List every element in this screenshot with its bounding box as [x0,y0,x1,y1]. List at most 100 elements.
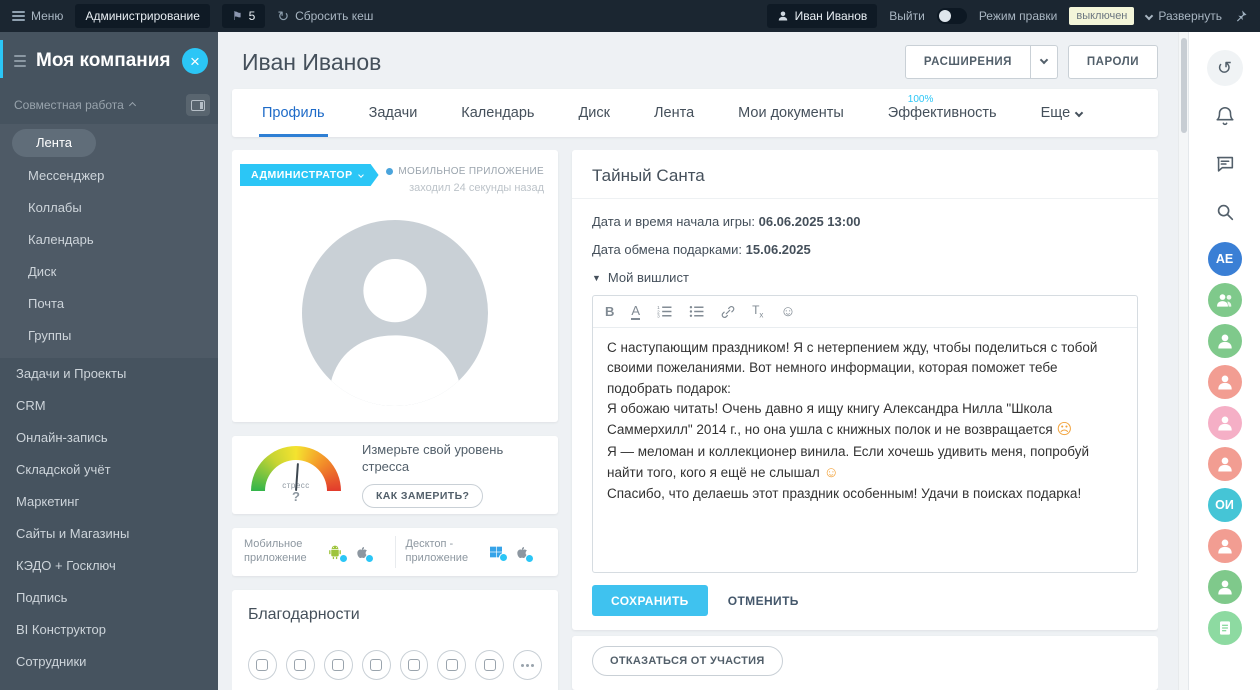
editor-content[interactable]: С наступающим праздником! Я с нетерпение… [593,328,1137,572]
sidebar-item-tasks-projects[interactable]: Задачи и Проекты [0,358,218,390]
avatar-AE[interactable]: AE [1208,242,1242,276]
search-icon[interactable] [1207,194,1243,230]
toggle-knob [939,10,951,22]
sidebar-item-feed[interactable]: Лента [0,126,218,160]
stress-gauge-icon[interactable]: стресс ? [246,445,346,505]
sidebar-item-mail[interactable]: Почта [0,288,218,320]
mobile-app-label: Мобильное приложение [244,538,316,566]
decline-participation-button[interactable]: ОТКАЗАТЬСЯ ОТ УЧАСТИЯ [592,646,783,676]
sidebar-section-collaboration[interactable]: Совместная работа [0,86,218,124]
sidebar-item-esign[interactable]: Подпись [0,582,218,614]
sidebar-menu-icon[interactable] [14,55,26,67]
tab-tasks[interactable]: Задачи [369,89,418,137]
wishlist-toggle[interactable]: ▼ Мой вишлист [592,270,1138,285]
divider [395,536,396,568]
sidebar-item-kedo[interactable]: КЭДО + Госключ [0,550,218,582]
apple-icon[interactable] [514,543,530,561]
sidebar-item-employees[interactable]: Сотрудники [0,646,218,678]
tab-disk[interactable]: Диск [578,89,610,137]
sidebar-item-groups[interactable]: Группы [0,320,218,352]
notifications-counter[interactable]: ⚑ 5 [222,4,265,28]
person-avatar[interactable] [1208,570,1242,604]
online-status-dot [386,168,393,175]
current-user-button[interactable]: Иван Иванов [767,4,878,28]
how-to-measure-button[interactable]: КАК ЗАМЕРИТЬ? [362,484,483,508]
tab-efficiency[interactable]: 100% Эффективность [888,89,997,137]
bold-icon[interactable]: B [605,305,614,318]
person-avatar[interactable] [1208,406,1242,440]
person-avatar[interactable] [1208,324,1242,358]
avatar[interactable] [302,220,488,406]
sidebar-item-marketing[interactable]: Маркетинг [0,486,218,518]
edit-mode-label: Режим правки [979,9,1058,23]
role-badge[interactable]: АДМИНИСТРАТОР [240,164,379,186]
logout-button[interactable]: Выйти [889,9,925,23]
windows-icon[interactable] [488,544,504,560]
cancel-button[interactable]: ОТМЕНИТЬ [728,594,799,608]
tab-calendar[interactable]: Календарь [461,89,534,137]
chat-icon[interactable] [1207,146,1243,182]
sidebar-item-inventory[interactable]: Складской учёт [0,454,218,486]
tab-feed[interactable]: Лента [654,89,694,137]
tab-profile[interactable]: Профиль [262,89,325,137]
sidebar-subpanel: Лента Мессенджер Коллабы Календарь Диск … [0,124,218,358]
numbered-list-icon[interactable]: 123 [657,305,672,318]
gratitude-badge-icon[interactable] [248,650,277,680]
link-icon[interactable] [721,305,735,319]
history-icon[interactable]: ↺ [1207,50,1243,86]
tab-efficiency-label: Эффективность [888,105,997,121]
person-avatar[interactable] [1208,365,1242,399]
apple-icon[interactable] [354,543,370,561]
right-column: Тайный Санта Дата и время начала игры: 0… [572,150,1158,690]
gratitude-badge-icon[interactable] [324,650,353,680]
emoji-icon[interactable]: ☺ [780,304,795,319]
wishlist-label: Мой вишлист [608,270,689,285]
user-name: Иван Иванов [795,9,868,23]
extensions-dropdown-button[interactable] [1031,45,1058,79]
person-avatar[interactable] [1208,447,1242,481]
gratitude-badge-icon[interactable] [475,650,504,680]
reset-cache-button[interactable]: ↻ Сбросить кеш [277,8,373,25]
expand-button[interactable]: Развернуть [1146,9,1222,23]
collapse-panel-button[interactable] [186,94,210,116]
person-avatar[interactable] [1208,529,1242,563]
sidebar-item-messenger[interactable]: Мессенджер [0,160,218,192]
menu-button[interactable]: Меню [12,9,63,23]
gratitude-badge-icon[interactable] [286,650,315,680]
passwords-button[interactable]: ПАРОЛИ [1068,45,1158,79]
gratitude-title: Благодарности [248,606,542,624]
editor-line: Спасибо, что делаешь этот праздник особе… [607,484,1123,504]
editor-line: Я — меломан и коллекционер винила. Если … [607,442,1123,485]
sidebar-item-disk[interactable]: Диск [0,256,218,288]
administration-button[interactable]: Администрирование [75,4,209,28]
bell-icon[interactable] [1207,98,1243,134]
sidebar-item-crm[interactable]: CRM [0,390,218,422]
gratitude-badge-icon[interactable] [362,650,391,680]
tab-my-documents[interactable]: Мои документы [738,89,844,137]
people-avatar[interactable] [1208,283,1242,317]
text-color-icon[interactable]: A [631,304,640,320]
avatar-ОИ[interactable]: ОИ [1208,488,1242,522]
sidebar-item-calendar[interactable]: Календарь [0,224,218,256]
scrollbar-thumb[interactable] [1181,38,1187,133]
gratitude-badge-icon[interactable] [437,650,466,680]
doc-avatar[interactable] [1208,611,1242,645]
close-menu-button[interactable]: × [182,48,208,74]
topbar: Меню Администрирование ⚑ 5 ↻ Сбросить ке… [0,0,1260,32]
gratitude-badge-icon[interactable] [400,650,429,680]
tab-more[interactable]: Еще [1041,89,1083,137]
pin-icon[interactable] [1234,9,1248,23]
extensions-button[interactable]: РАСШИРЕНИЯ [905,45,1031,79]
save-button[interactable]: СОХРАНИТЬ [592,585,708,616]
more-icon[interactable] [513,650,542,680]
chevron-down-icon [1145,12,1153,20]
sidebar-item-online-booking[interactable]: Онлайн-запись [0,422,218,454]
stress-text-block: Измерьте свой уровень стресса КАК ЗАМЕРИ… [362,442,544,508]
sidebar-item-sites-stores[interactable]: Сайты и Магазины [0,518,218,550]
clear-format-icon[interactable]: Tx [752,304,763,319]
android-icon[interactable] [326,543,344,561]
edit-mode-toggle[interactable] [937,8,967,24]
sidebar-item-bi-builder[interactable]: BI Конструктор [0,614,218,646]
sidebar-item-collabs[interactable]: Коллабы [0,192,218,224]
bullet-list-icon[interactable] [689,305,704,318]
